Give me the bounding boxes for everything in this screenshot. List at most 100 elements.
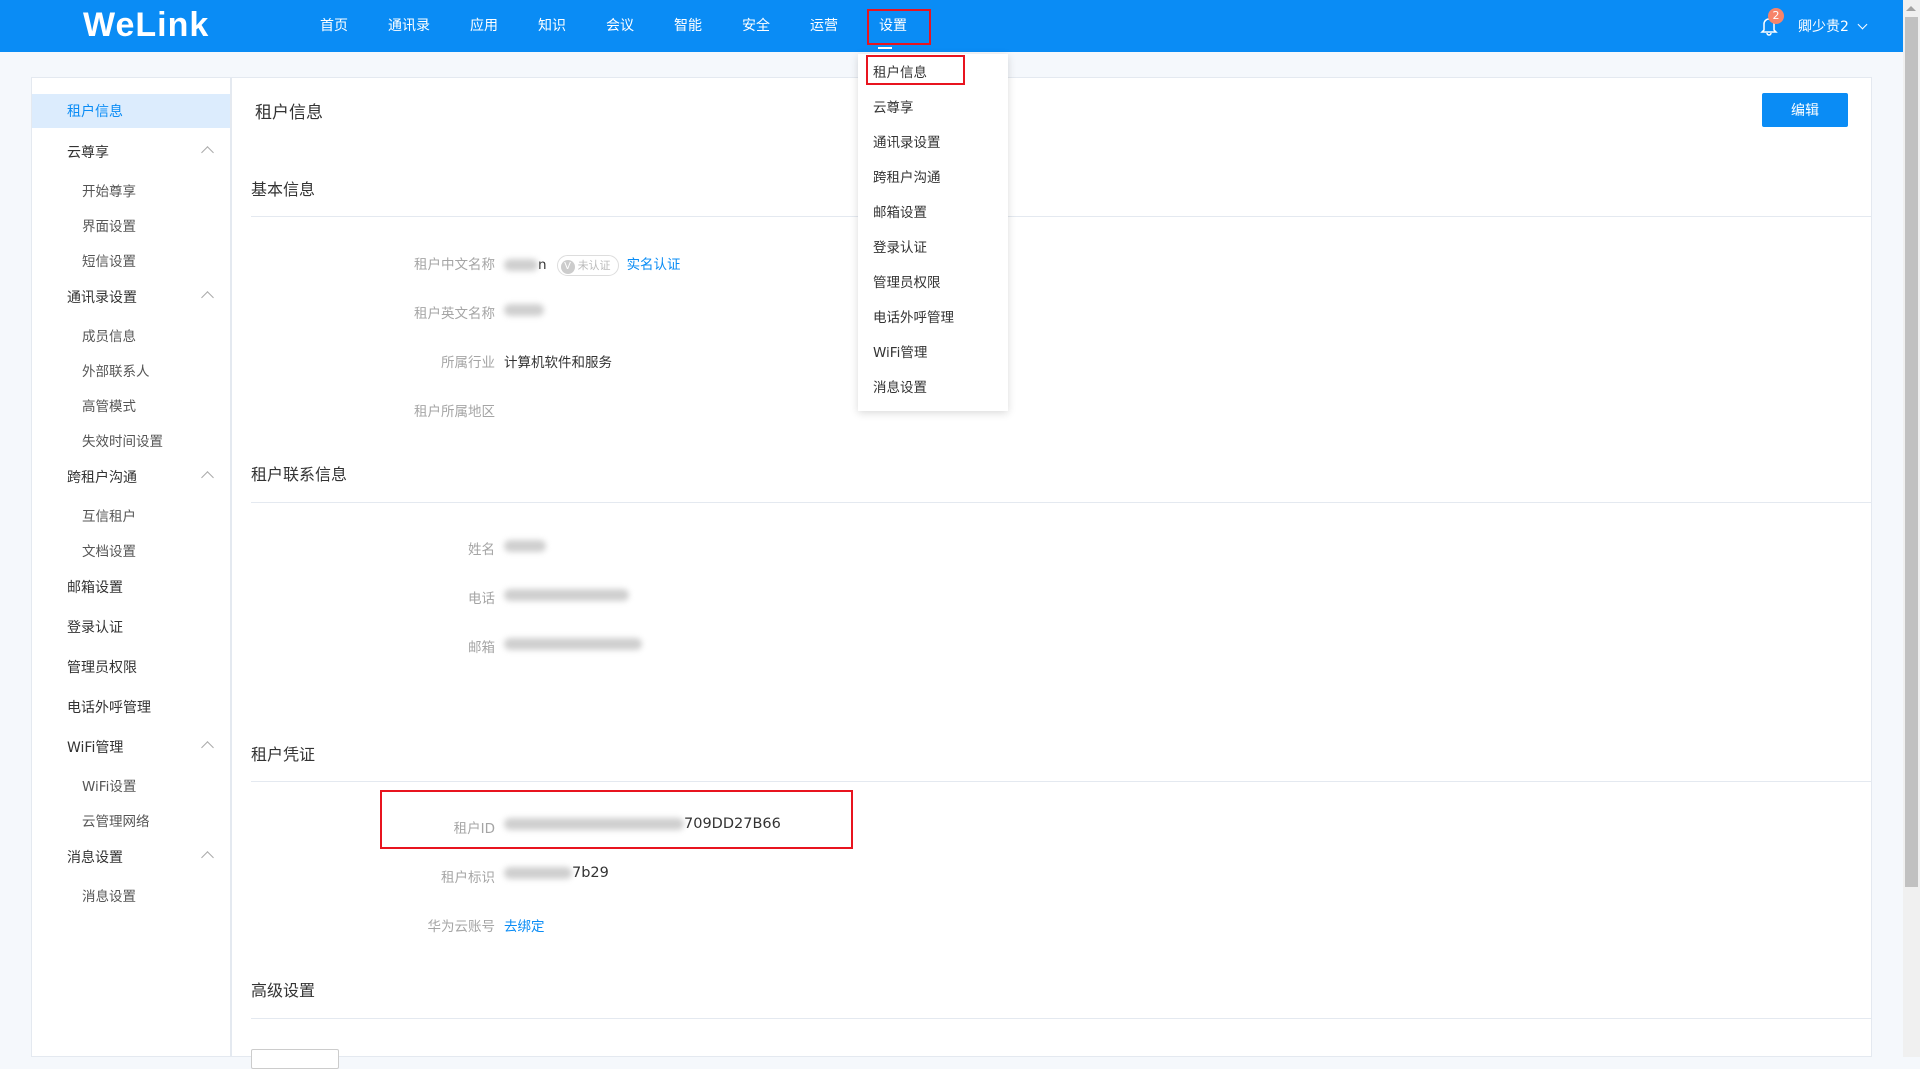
dropdown-item[interactable]: 登录认证 [858, 231, 1008, 266]
dropdown-item[interactable]: 通讯录设置 [858, 126, 1008, 161]
industry-label: 所属行业 [441, 355, 495, 371]
user-name: 卿少贵2 [1798, 19, 1849, 35]
dropdown-item[interactable]: WiFi管理 [858, 336, 1008, 371]
divider [251, 781, 1872, 782]
dropdown-item[interactable]: 管理员权限 [858, 266, 1008, 301]
contact-name-label: 姓名 [468, 542, 495, 558]
cloud-account-label: 华为云账号 [427, 919, 496, 935]
divider [251, 1018, 1872, 1019]
section-contact-info: 租户联系信息 [251, 465, 348, 484]
sidebar-item[interactable]: 跨租户沟通 [32, 457, 230, 497]
sidebar-item-label: 管理员权限 [67, 660, 137, 676]
tenant-id-visible: 709DD27B66 [684, 816, 781, 832]
chevron-up-icon[interactable] [201, 851, 214, 864]
sidebar-item[interactable]: 电话外呼管理 [32, 687, 230, 727]
redacted-text [504, 259, 538, 271]
dropdown-item[interactable]: 电话外呼管理 [858, 301, 1008, 336]
sidebar-item[interactable]: 互信租户 [32, 497, 230, 532]
user-menu[interactable]: 卿少贵2 [1798, 16, 1868, 36]
top-header: WeLink [0, 0, 1903, 52]
section-basic-info: 基本信息 [251, 180, 316, 199]
sidebar-item[interactable]: 消息设置 [32, 837, 230, 877]
sidebar-item-label: WiFi管理 [67, 740, 124, 756]
chevron-up-icon[interactable] [201, 471, 214, 484]
section-advanced: 高级设置 [251, 981, 316, 1000]
advanced-button[interactable] [251, 1049, 339, 1069]
sidebar-item-label: WiFi设置 [82, 778, 137, 795]
nav-2[interactable]: 应用 [470, 0, 498, 52]
dropdown-item[interactable]: 消息设置 [858, 371, 1008, 406]
chevron-up-icon[interactable] [201, 146, 214, 159]
cn-name-visible: n [538, 257, 547, 273]
sidebar-item[interactable]: 失效时间设置 [32, 422, 230, 457]
dropdown-item[interactable]: 邮箱设置 [858, 196, 1008, 231]
sidebar-item[interactable]: 通讯录设置 [32, 277, 230, 317]
nav-1[interactable]: 通讯录 [388, 0, 430, 52]
sidebar-item[interactable]: 高管模式 [32, 387, 230, 422]
tenant-tag-label: 租户标识 [441, 870, 495, 886]
bind-cloud-link[interactable]: 去绑定 [504, 915, 545, 935]
active-nav-indicator [878, 47, 892, 49]
sidebar-item-label: 云尊享 [67, 145, 109, 161]
sidebar-item[interactable]: 界面设置 [32, 207, 230, 242]
chevron-up-icon[interactable] [201, 291, 214, 304]
nav-6[interactable]: 安全 [742, 0, 770, 52]
region-label: 租户所属地区 [414, 404, 495, 420]
welink-logo[interactable]: WeLink [83, 6, 209, 45]
dropdown-item[interactable]: 跨租户沟通 [858, 161, 1008, 196]
sidebar-item[interactable]: 外部联系人 [32, 352, 230, 387]
chevron-down-icon [1857, 19, 1868, 30]
industry-value: 计算机软件和服务 [504, 355, 612, 371]
chevron-up-icon[interactable] [201, 741, 214, 754]
sidebar-item-label: 短信设置 [82, 253, 136, 270]
dropdown-item[interactable]: 云尊享 [858, 91, 1008, 126]
page-title: 租户信息 [255, 103, 323, 123]
divider [251, 502, 1872, 503]
sidebar-item[interactable]: 云管理网络 [32, 802, 230, 837]
tenant-id-value: 709DD27B66 [504, 816, 781, 832]
unverified-text: 未认证 [577, 258, 611, 272]
email-value [504, 636, 642, 652]
sidebar-item-label: 外部联系人 [82, 363, 150, 380]
scrollbar-thumb[interactable] [1905, 17, 1918, 887]
main-panel [231, 77, 1872, 1057]
sidebar-item[interactable]: WiFi管理 [32, 727, 230, 767]
sidebar-item[interactable]: 消息设置 [32, 877, 230, 912]
email-label: 邮箱 [468, 640, 495, 656]
redacted-text [504, 540, 546, 552]
sidebar-item[interactable]: 文档设置 [32, 532, 230, 567]
edit-button[interactable]: 编辑 [1762, 93, 1848, 127]
scroll-up-arrow-icon[interactable] [1906, 6, 1916, 11]
sidebar: 租户信息云尊享开始尊享界面设置短信设置通讯录设置成员信息外部联系人高管模式失效时… [31, 77, 231, 1057]
nav-4[interactable]: 会议 [606, 0, 634, 52]
sidebar-item-label: 开始尊享 [82, 183, 136, 200]
tenant-tag-value: 7b29 [504, 865, 609, 881]
unverified-badge: V 未认证 [556, 254, 619, 276]
verify-link[interactable]: 实名认证 [627, 257, 681, 273]
redacted-text [504, 589, 629, 601]
sidebar-item[interactable]: 成员信息 [32, 317, 230, 352]
highlight-box-tenant-info [866, 55, 965, 85]
nav-0[interactable]: 首页 [320, 0, 348, 52]
section-credential: 租户凭证 [251, 745, 316, 764]
sidebar-item-label: 失效时间设置 [82, 433, 163, 450]
phone-label: 电话 [468, 591, 495, 607]
nav-3[interactable]: 知识 [538, 0, 566, 52]
sidebar-item[interactable]: 短信设置 [32, 242, 230, 277]
nav-7[interactable]: 运营 [810, 0, 838, 52]
sidebar-item-label: 通讯录设置 [67, 290, 137, 306]
sidebar-item-label: 消息设置 [82, 888, 136, 905]
sidebar-item[interactable]: 租户信息 [32, 94, 230, 128]
cn-name-value: n V 未认证 实名认证 [504, 253, 681, 276]
sidebar-item[interactable]: 开始尊享 [32, 172, 230, 207]
sidebar-item[interactable]: 管理员权限 [32, 647, 230, 687]
sidebar-item[interactable]: 云尊享 [32, 132, 230, 172]
divider [251, 216, 1872, 217]
sidebar-item[interactable]: 登录认证 [32, 607, 230, 647]
sidebar-item-label: 电话外呼管理 [67, 700, 151, 716]
sidebar-item-label: 云管理网络 [82, 813, 150, 830]
sidebar-item[interactable]: WiFi设置 [32, 767, 230, 802]
nav-5[interactable]: 智能 [674, 0, 702, 52]
sidebar-item[interactable]: 邮箱设置 [32, 567, 230, 607]
redacted-text [504, 638, 642, 650]
